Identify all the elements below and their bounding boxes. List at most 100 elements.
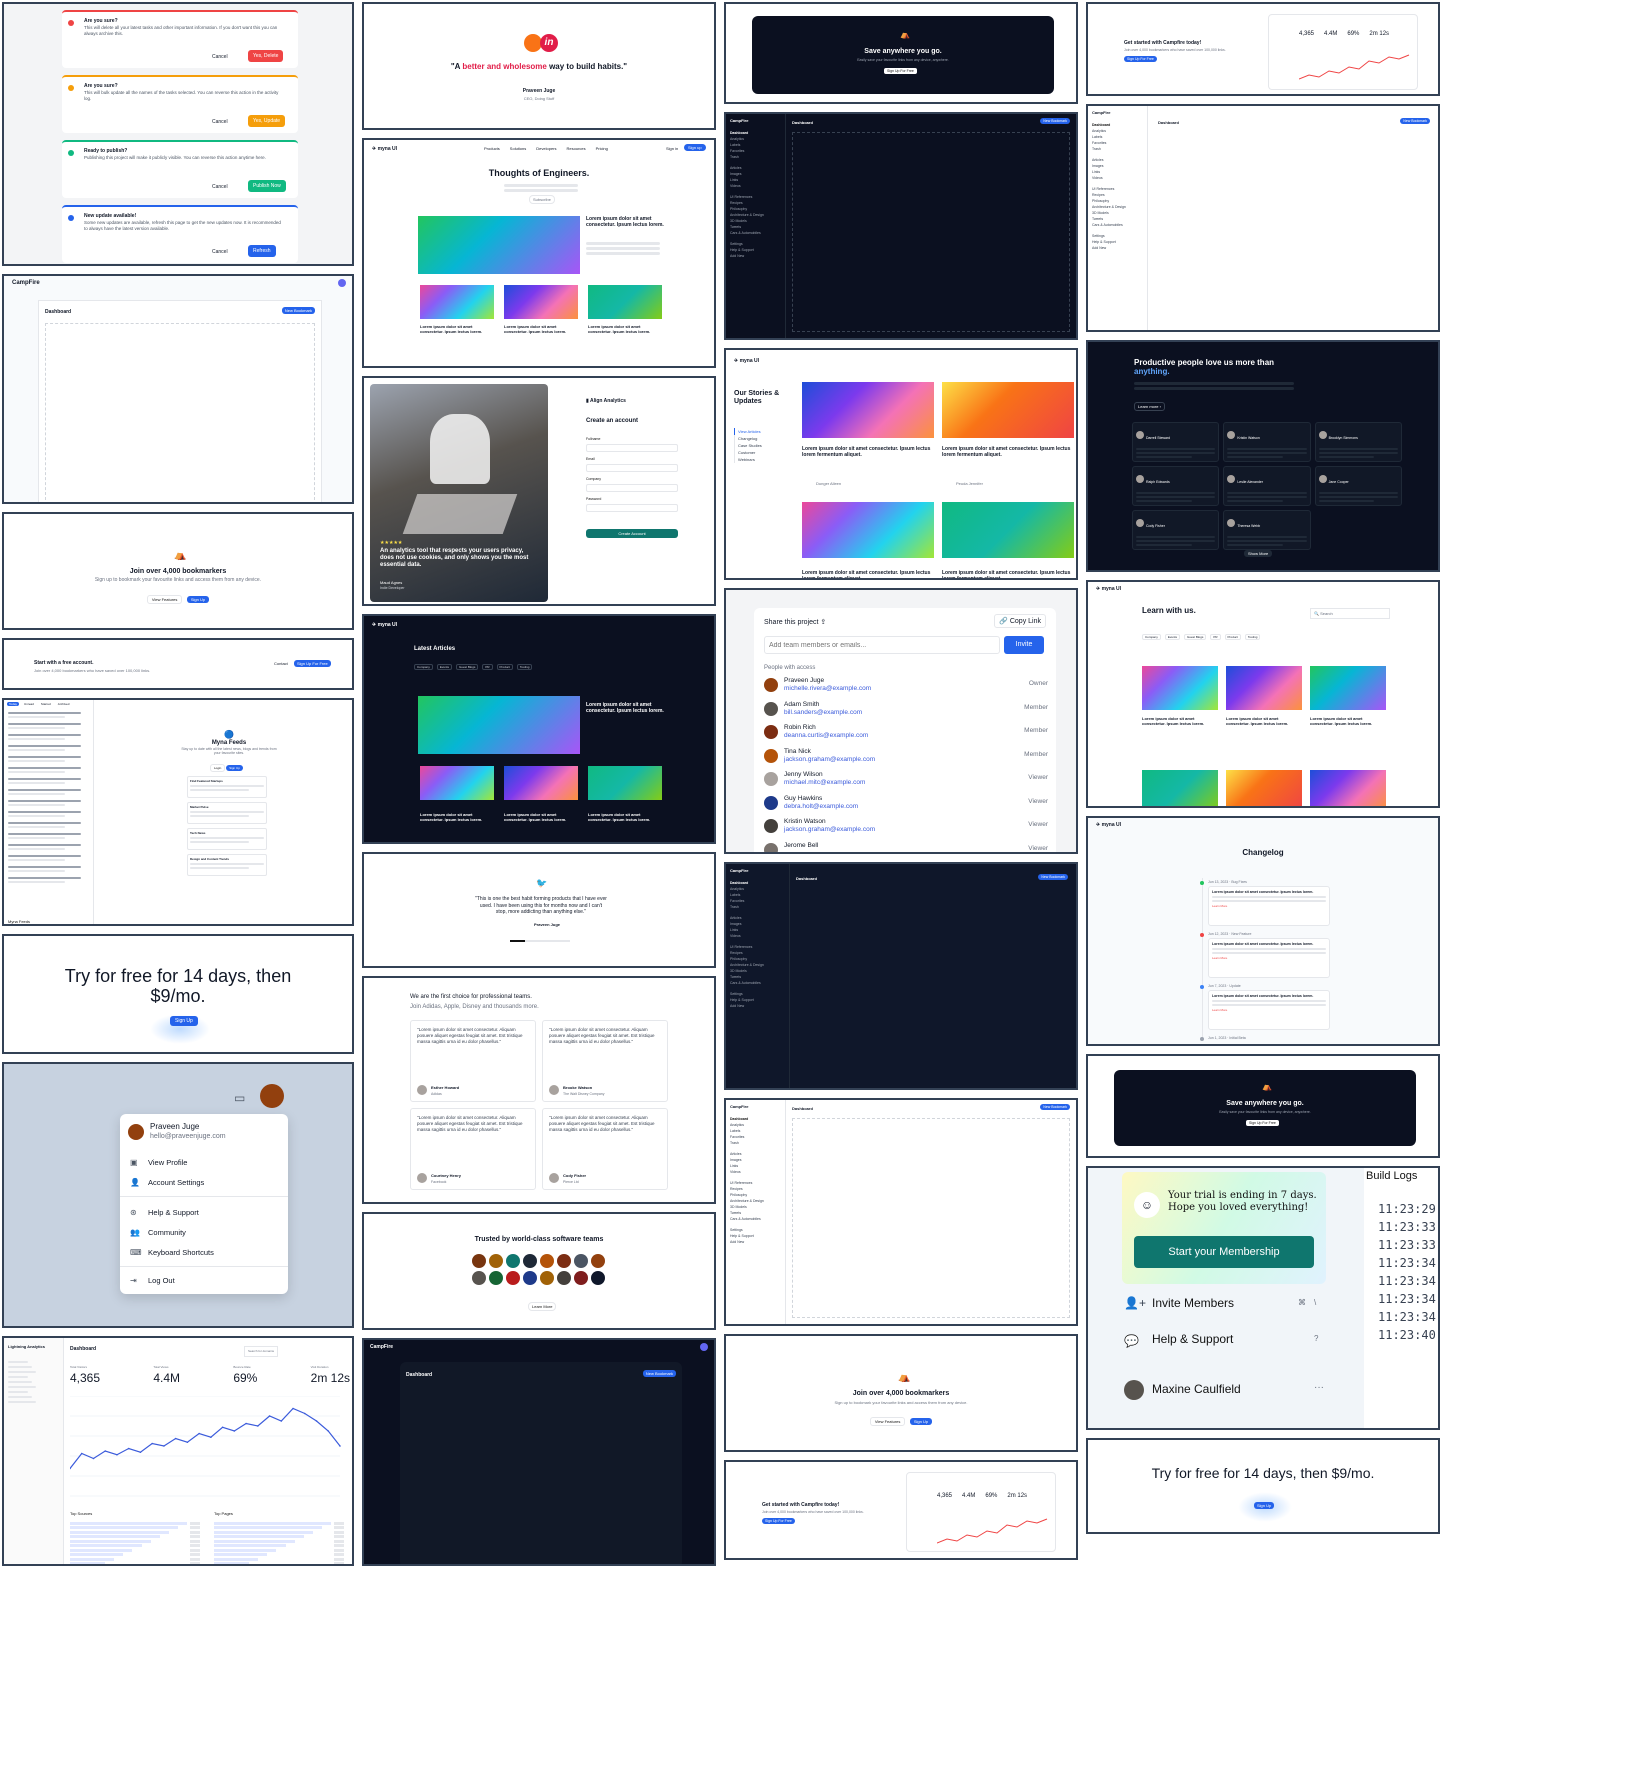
tag-product[interactable]: Product bbox=[496, 664, 513, 670]
search-input[interactable]: Search for domains bbox=[244, 1346, 279, 1357]
cancel-button[interactable]: Cancel bbox=[212, 249, 228, 255]
cancel-button[interactable]: Cancel bbox=[212, 54, 228, 60]
trial-signup-button[interactable]: Sign Up bbox=[1254, 1502, 1275, 1509]
list-item[interactable] bbox=[8, 789, 89, 795]
role-select[interactable]: Member bbox=[1024, 751, 1048, 758]
tag-guest-blogs[interactable]: Guest Blogs bbox=[1184, 634, 1207, 640]
sign-up-free-button[interactable]: Sign Up For Free bbox=[294, 660, 331, 667]
learn-more-button[interactable]: Learn More bbox=[528, 1302, 557, 1311]
tab-unread[interactable]: Unread bbox=[22, 702, 36, 706]
avatar[interactable] bbox=[700, 1343, 708, 1351]
sidebar-item-add-new[interactable]: Add New bbox=[730, 253, 784, 259]
list-item[interactable] bbox=[8, 778, 89, 784]
nav-pricing[interactable]: Pricing bbox=[596, 146, 608, 151]
tag-pr[interactable]: PR bbox=[1210, 634, 1221, 640]
field-company[interactable] bbox=[586, 484, 678, 492]
copy-link-button[interactable]: 🔗 Copy Link bbox=[994, 614, 1046, 628]
avatar[interactable] bbox=[338, 279, 346, 287]
confirm-button[interactable]: Publish Now bbox=[248, 180, 286, 192]
tag-tooling[interactable]: Tooling bbox=[516, 664, 533, 670]
new-bookmark-button[interactable]: New Bookmark bbox=[281, 307, 315, 314]
inbox-icon[interactable]: ▭ bbox=[234, 1091, 245, 1105]
nav-webinars[interactable]: Webinars bbox=[734, 456, 790, 463]
tab-starred[interactable]: Starred bbox=[39, 702, 53, 706]
new-bookmark-button[interactable]: New Bookmark bbox=[1040, 1104, 1070, 1110]
new-bookmark-button[interactable]: New Bookmark bbox=[1040, 118, 1070, 124]
sidebar-item-cars-automobiles[interactable]: Cars & Automobiles bbox=[1092, 222, 1146, 228]
user-name[interactable]: Maxine Caulfield bbox=[1152, 1382, 1241, 1396]
nav-solutions[interactable]: Solutions bbox=[510, 146, 526, 151]
feed-item[interactable]: Find Featured Startups bbox=[187, 776, 267, 798]
nav-products[interactable]: Products bbox=[484, 146, 500, 151]
sidebar-item-trash[interactable]: Trash bbox=[730, 1140, 784, 1146]
nav-developers[interactable]: Developers bbox=[536, 146, 556, 151]
menu-item-keyboard-shortcuts[interactable]: Keyboard Shortcuts bbox=[148, 1248, 214, 1257]
sign-up-free-button[interactable]: Sign Up For Free bbox=[1124, 56, 1157, 62]
list-item[interactable] bbox=[8, 800, 89, 806]
role-select[interactable]: Viewer bbox=[1028, 845, 1048, 852]
sidebar-item-add-new[interactable]: Add New bbox=[1092, 245, 1146, 251]
list-item[interactable] bbox=[8, 833, 89, 839]
sidebar-item-videos[interactable]: Videos bbox=[1092, 175, 1146, 181]
new-bookmark-button[interactable]: New Bookmark bbox=[1400, 118, 1430, 124]
field-fullname[interactable] bbox=[586, 444, 678, 452]
tag-tooling[interactable]: Tooling bbox=[1244, 634, 1261, 640]
role-select[interactable]: Member bbox=[1024, 704, 1048, 711]
nav-view-articles[interactable]: View Articles bbox=[734, 428, 790, 435]
feed-item[interactable]: Tech News bbox=[187, 828, 267, 850]
list-item[interactable] bbox=[8, 756, 89, 762]
start-membership-button[interactable]: Start your Membership bbox=[1134, 1236, 1314, 1268]
cancel-button[interactable]: Cancel bbox=[212, 119, 228, 125]
tag-company[interactable]: Company bbox=[414, 664, 433, 670]
tag-product[interactable]: Product bbox=[1224, 634, 1241, 640]
create-account-button[interactable]: Create Account bbox=[586, 529, 678, 538]
field-email[interactable] bbox=[586, 464, 678, 472]
sidebar-item-cars-automobiles[interactable]: Cars & Automobiles bbox=[730, 980, 786, 986]
tab-today[interactable]: Today bbox=[7, 702, 20, 706]
learn-more-link[interactable]: Learn More bbox=[1212, 904, 1326, 908]
view-features-button[interactable]: View Features bbox=[146, 595, 183, 604]
list-item[interactable] bbox=[8, 767, 89, 773]
new-bookmark-button[interactable]: New Bookmark bbox=[642, 1370, 676, 1377]
role-select[interactable]: Viewer bbox=[1028, 774, 1048, 781]
sign-in-link[interactable]: Sign in bbox=[666, 146, 678, 151]
tag-events[interactable]: Events bbox=[436, 664, 453, 670]
menu-item-help-support[interactable]: Help & Support bbox=[148, 1208, 199, 1217]
search-input[interactable]: 🔍 Search bbox=[1310, 608, 1390, 619]
sidebar-item-add-new[interactable]: Add New bbox=[730, 1239, 784, 1245]
feed-item[interactable]: Market Pulse bbox=[187, 802, 267, 824]
role-select[interactable]: Owner bbox=[1029, 680, 1048, 687]
learn-more-link[interactable]: Learn More bbox=[1212, 956, 1326, 960]
sidebar-item-cars-automobiles[interactable]: Cars & Automobiles bbox=[730, 1216, 784, 1222]
sidebar-item-trash[interactable]: Trash bbox=[1092, 146, 1146, 152]
tag-events[interactable]: Events bbox=[1164, 634, 1181, 640]
view-features-button[interactable]: View Features bbox=[869, 1417, 906, 1426]
menu-item-view-profile[interactable]: View Profile bbox=[148, 1158, 187, 1167]
sign-up-free-button[interactable]: Sign Up For Free bbox=[1246, 1120, 1279, 1126]
more-icon[interactable]: ··· bbox=[1314, 1382, 1324, 1393]
list-item[interactable] bbox=[8, 811, 89, 817]
confirm-button[interactable]: Yes, Update bbox=[248, 115, 286, 127]
help-support-item[interactable]: Help & Support bbox=[1152, 1332, 1233, 1346]
contact-button[interactable]: Contact bbox=[274, 661, 288, 666]
list-item[interactable] bbox=[8, 855, 89, 861]
sidebar-item-trash[interactable]: Trash bbox=[730, 154, 784, 160]
sidebar-item-videos[interactable]: Videos bbox=[730, 1169, 784, 1175]
list-item[interactable] bbox=[8, 822, 89, 828]
invite-members-item[interactable]: Invite Members bbox=[1152, 1296, 1234, 1310]
list-item[interactable] bbox=[8, 844, 89, 850]
confirm-button[interactable]: Yes, Delete bbox=[248, 50, 284, 62]
sign-up-button[interactable]: Sign up bbox=[684, 144, 706, 151]
list-item[interactable] bbox=[8, 877, 89, 883]
menu-item-community[interactable]: Community bbox=[148, 1228, 186, 1237]
new-bookmark-button[interactable]: New Bookmark bbox=[1038, 874, 1068, 880]
invite-input[interactable] bbox=[764, 636, 1000, 654]
sign-up-button[interactable]: Sign Up bbox=[909, 1418, 933, 1425]
cancel-button[interactable]: Cancel bbox=[212, 184, 228, 190]
role-select[interactable]: Viewer bbox=[1028, 821, 1048, 828]
feed-item[interactable]: Design and Content Trends bbox=[187, 854, 267, 876]
trial-signup-button[interactable]: Sign Up bbox=[170, 1016, 198, 1026]
subscribe-button[interactable]: Subscribe bbox=[529, 195, 555, 204]
menu-item-log-out[interactable]: Log Out bbox=[148, 1276, 175, 1285]
list-item[interactable] bbox=[8, 712, 89, 718]
